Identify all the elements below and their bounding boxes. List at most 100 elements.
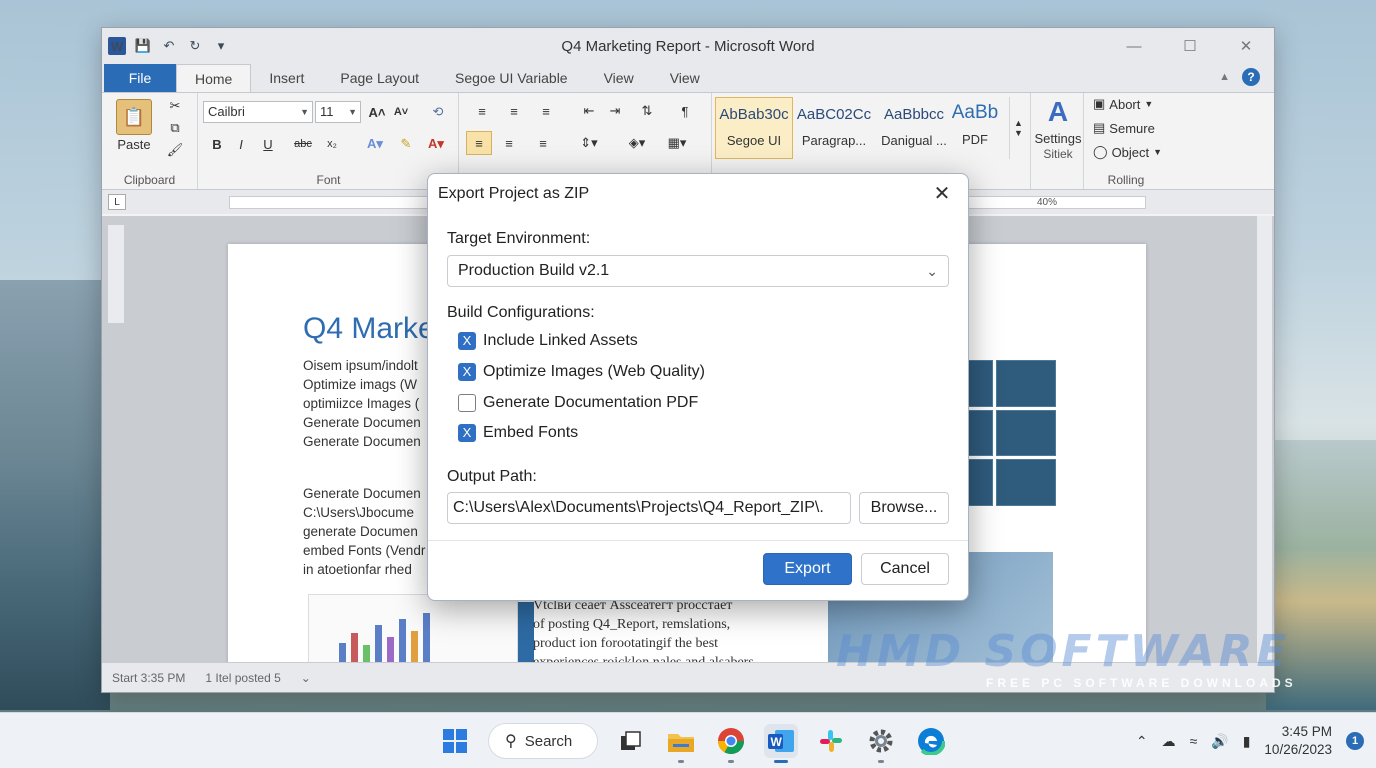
decrease-indent-icon[interactable]: ⇤ [578,101,600,121]
vertical-scrollbar[interactable] [1256,216,1272,664]
pilcrow-icon[interactable]: ¶ [674,101,696,121]
output-path-input[interactable]: C:\Users\Alex\Documents\Projects\Q4_Repo… [447,492,851,524]
shading-icon[interactable]: ◈▾ [620,131,654,155]
notification-badge[interactable]: 1 [1346,732,1364,750]
align-left-icon[interactable]: ≡ [466,131,492,155]
redo-icon[interactable]: ↻ [186,37,204,55]
settings-icon[interactable]: A [1040,95,1076,129]
maximize-icon[interactable]: ☐ [1162,28,1218,64]
cancel-button[interactable]: Cancel [861,553,949,585]
start-icon[interactable] [438,724,472,758]
bullets-icon[interactable]: ≡ [468,101,496,121]
style-danigual[interactable]: AaBbbcc Danigual ... [875,97,953,159]
font-size-combo[interactable]: 11 ▼ [315,101,361,123]
strikethrough-icon[interactable]: abc [289,133,317,155]
customize-qat-icon[interactable]: ▾ [212,37,230,55]
undo-icon[interactable]: ↶ [160,37,178,55]
output-path-label: Output Path: [447,468,537,485]
settings-button[interactable]: Settings [1026,131,1090,146]
status-expand-icon[interactable]: ⌄ [301,671,311,685]
word-logo-icon: W [108,37,126,55]
cut-icon[interactable]: ✂ [164,97,186,115]
increase-indent-icon[interactable]: ⇥ [604,101,626,121]
object-label: Object [1111,144,1150,160]
tab-home[interactable]: Home [176,64,252,92]
font-name-combo[interactable]: Cailbri ▼ [203,101,313,123]
help-icon[interactable]: ? [1242,68,1260,86]
font-color-icon[interactable]: A▾ [421,133,451,155]
semure-button[interactable]: ▤ Semure [1093,119,1155,137]
paste-icon[interactable]: 📋 [116,99,152,135]
taskbar-search[interactable]: ⚲ Search [488,723,598,759]
style-pdf[interactable]: AaBb PDF [945,97,1005,159]
style-segoe-ui[interactable]: AbBab30c Segoe UI [715,97,793,159]
slack-icon[interactable] [814,724,848,758]
battery-icon[interactable]: ▮ [1243,733,1251,750]
target-environment-select[interactable]: Production Build v2.1 ⌄ [447,255,949,287]
sort-icon[interactable]: ⇅ [636,101,658,121]
highlight-icon[interactable]: ✎ [395,133,417,155]
option-optimize-images[interactable]: X Optimize Images (Web Quality) [458,363,705,381]
align-center-icon[interactable]: ≡ [496,131,522,155]
italic-icon[interactable]: I [231,133,251,155]
tab-segoe-ui-variable[interactable]: Segoe UI Variable [437,64,586,92]
document-blue-panel [518,602,534,664]
checkbox[interactable] [458,394,476,412]
text-effects-icon[interactable]: A▾ [359,133,391,155]
word-icon[interactable]: W [764,724,798,763]
borders-icon[interactable]: ▦▾ [660,131,694,155]
browse-button[interactable]: Browse... [859,492,949,524]
multilevel-list-icon[interactable]: ≡ [532,101,560,121]
clock[interactable]: 3:45 PM 10/26/2023 [1264,723,1332,759]
option-generate-documentation-pdf[interactable]: Generate Documentation PDF [458,394,698,412]
close-icon[interactable]: ✕ [1218,28,1274,64]
checkbox[interactable]: X [458,363,476,381]
object-button[interactable]: ◯ Object ▼ [1093,143,1162,161]
clear-format-icon[interactable]: ⟲ [427,101,449,123]
line-spacing-icon[interactable]: ⇕▾ [572,131,606,155]
export-dialog: Export Project as ZIP ✕ Target Environme… [427,173,969,601]
watermark: HMD SOFTWARE FREE PC SOFTWARE DOWNLOADS [836,626,1302,696]
edge-icon[interactable] [914,724,948,758]
shrink-font-icon[interactable]: A˅ [391,101,411,123]
checkbox[interactable]: X [458,424,476,442]
dialog-footer-divider [428,540,968,541]
paste-button[interactable]: Paste [112,137,156,152]
checkbox[interactable]: X [458,332,476,350]
justify-icon[interactable]: ≡ [526,131,560,155]
style-paragraph[interactable]: AaBC02Cc Paragrap... [795,97,873,159]
grow-font-icon[interactable]: A˄ [367,101,387,123]
settings-gear-icon[interactable] [864,724,898,763]
styles-more-icon[interactable]: ▲ ▼ [1009,97,1027,159]
abort-button[interactable]: ▣ Abort ▼ [1093,95,1153,113]
subscript-icon[interactable]: x₂ [321,133,343,155]
tab-selector-icon[interactable]: L [108,194,126,210]
collapse-ribbon-icon[interactable]: ▲ [1219,71,1230,83]
wifi-icon[interactable]: ≈ [1190,733,1198,749]
volume-icon[interactable]: 🔊 [1211,733,1228,750]
tab-view[interactable]: View [586,64,652,92]
minimize-icon[interactable]: — [1106,28,1162,64]
tab-page-layout[interactable]: Page Layout [322,64,437,92]
onedrive-icon[interactable]: ☁ [1162,733,1176,750]
format-painter-icon[interactable]: 🖌 [164,141,186,159]
underline-icon[interactable]: U [255,133,281,155]
save-icon[interactable]: 💾 [134,37,152,55]
chrome-icon[interactable] [714,724,748,763]
show-hidden-icons-icon[interactable]: ⌃ [1136,733,1148,750]
tab-insert[interactable]: Insert [251,64,322,92]
tab-file[interactable]: File [104,64,176,92]
tab-view-2[interactable]: View [652,64,718,92]
export-button[interactable]: Export [763,553,852,585]
style-name: Segoe UI [726,133,782,148]
numbering-icon[interactable]: ≡ [500,101,528,121]
ribbon-tabs: File Home Insert Page Layout Segoe UI Va… [102,64,1274,92]
bold-icon[interactable]: B [207,133,227,155]
copy-icon[interactable]: ⧉ [164,119,186,137]
task-view-icon[interactable] [614,724,648,758]
option-embed-fonts[interactable]: X Embed Fonts [458,424,578,442]
file-explorer-icon[interactable] [664,724,698,763]
option-include-linked-assets[interactable]: X Include Linked Assets [458,332,638,350]
dialog-close-icon[interactable]: ✕ [930,182,954,206]
document-paragraph-2: Generate Documen C:\Users\Jbocume genera… [303,486,426,577]
